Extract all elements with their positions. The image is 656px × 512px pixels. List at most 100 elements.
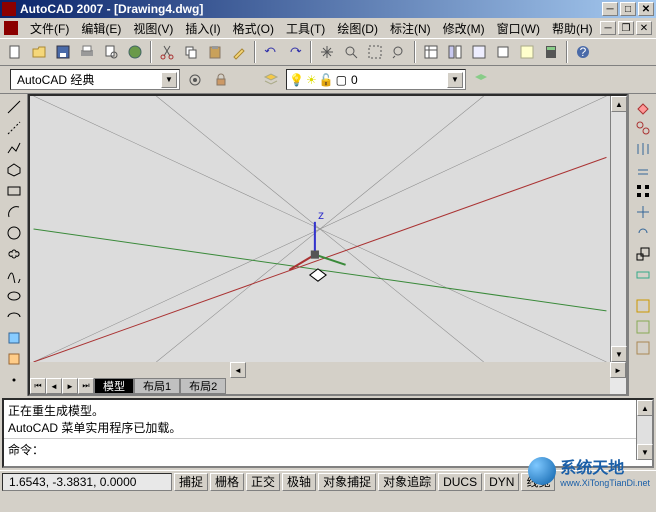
polygon-tool[interactable] [3, 159, 25, 180]
workspace-combo[interactable]: AutoCAD 经典 ▼ [10, 69, 180, 90]
rotate-tool[interactable] [632, 222, 654, 243]
copy-tool[interactable] [632, 117, 654, 138]
revcloud-tool[interactable] [3, 243, 25, 264]
copy-button[interactable] [180, 41, 202, 63]
circle-tool[interactable] [3, 222, 25, 243]
menu-dimension[interactable]: 标注(N) [384, 18, 437, 39]
stretch-tool[interactable] [632, 264, 654, 285]
block-create-tool[interactable] [3, 348, 25, 369]
tool-palettes-button[interactable] [468, 41, 490, 63]
menu-modify[interactable]: 修改(M) [437, 18, 491, 39]
ducs-toggle[interactable]: DUCS [438, 473, 482, 491]
scroll-down-button[interactable]: ▼ [611, 346, 627, 362]
sheet-set-button[interactable] [492, 41, 514, 63]
extend-tool[interactable] [632, 316, 654, 337]
zoom-previous-button[interactable] [388, 41, 410, 63]
command-scrollbar[interactable]: ▲▼ [636, 400, 652, 460]
tab-layout2[interactable]: 布局2 [180, 378, 226, 394]
save-button[interactable] [52, 41, 74, 63]
offset-tool[interactable] [632, 159, 654, 180]
otrack-toggle[interactable]: 对象追踪 [378, 473, 436, 491]
maximize-button[interactable]: □ [620, 2, 636, 16]
vertical-scrollbar[interactable]: ▲ ▼ [610, 96, 626, 362]
line-tool[interactable] [3, 96, 25, 117]
open-button[interactable] [28, 41, 50, 63]
properties-button[interactable] [420, 41, 442, 63]
paste-button[interactable] [204, 41, 226, 63]
design-center-button[interactable] [444, 41, 466, 63]
spline-tool[interactable] [3, 264, 25, 285]
osnap-toggle[interactable]: 对象捕捉 [318, 473, 376, 491]
undo-button[interactable] [260, 41, 282, 63]
tab-next-button[interactable]: ► [62, 378, 78, 394]
construction-line-tool[interactable] [3, 117, 25, 138]
tab-first-button[interactable]: ⏮ [30, 378, 46, 394]
trim-tool[interactable] [632, 295, 654, 316]
menu-help[interactable]: 帮助(H) [546, 18, 599, 39]
new-button[interactable] [4, 41, 26, 63]
print-preview-button[interactable] [100, 41, 122, 63]
break-tool[interactable] [632, 337, 654, 358]
print-button[interactable] [76, 41, 98, 63]
square-icon: ▢ [336, 73, 347, 87]
scroll-right-button[interactable]: ► [610, 362, 626, 378]
publish-button[interactable] [124, 41, 146, 63]
ellipse-arc-tool[interactable] [3, 306, 25, 327]
layer-current: 0 [347, 73, 447, 87]
grid-toggle[interactable]: 栅格 [210, 473, 244, 491]
point-tool[interactable] [3, 369, 25, 390]
array-tool[interactable] [632, 180, 654, 201]
menu-insert[interactable]: 插入(I) [179, 18, 226, 39]
polar-toggle[interactable]: 极轴 [282, 473, 316, 491]
ortho-toggle[interactable]: 正交 [246, 473, 280, 491]
erase-tool[interactable] [632, 96, 654, 117]
menu-draw[interactable]: 绘图(D) [331, 18, 384, 39]
dyn-toggle[interactable]: DYN [484, 473, 519, 491]
calculator-button[interactable] [540, 41, 562, 63]
drawing-viewport[interactable]: z ▲ ▼ ◄ ► ⏮ ◄ ► ⏭ 模型 布局1 布局2 [28, 94, 628, 396]
tab-model[interactable]: 模型 [94, 378, 134, 394]
tab-layout1[interactable]: 布局1 [134, 378, 180, 394]
cut-button[interactable] [156, 41, 178, 63]
arc-tool[interactable] [3, 201, 25, 222]
polyline-tool[interactable] [3, 138, 25, 159]
zoom-window-button[interactable] [364, 41, 386, 63]
dropdown-icon[interactable]: ▼ [447, 72, 463, 88]
menu-format[interactable]: 格式(O) [227, 18, 280, 39]
tab-last-button[interactable]: ⏭ [78, 378, 94, 394]
pan-button[interactable] [316, 41, 338, 63]
mdi-close-button[interactable]: ✕ [636, 21, 652, 35]
scroll-up-button[interactable]: ▲ [611, 96, 627, 112]
rectangle-tool[interactable] [3, 180, 25, 201]
workspace-lock-button[interactable] [210, 69, 232, 91]
dropdown-icon[interactable]: ▼ [161, 72, 177, 88]
ellipse-tool[interactable] [3, 285, 25, 306]
markup-button[interactable] [516, 41, 538, 63]
minimize-button[interactable]: ─ [602, 2, 618, 16]
menu-tools[interactable]: 工具(T) [280, 18, 331, 39]
move-tool[interactable] [632, 201, 654, 222]
mdi-minimize-button[interactable]: ─ [600, 21, 616, 35]
redo-button[interactable] [284, 41, 306, 63]
menu-window[interactable]: 窗口(W) [491, 18, 546, 39]
match-prop-button[interactable] [228, 41, 250, 63]
close-button[interactable]: ✕ [638, 2, 654, 16]
help-button[interactable]: ? [572, 41, 594, 63]
tab-prev-button[interactable]: ◄ [46, 378, 62, 394]
layer-manager-button[interactable] [260, 69, 282, 91]
scroll-left-button[interactable]: ◄ [230, 362, 246, 378]
snap-toggle[interactable]: 捕捉 [174, 473, 208, 491]
zoom-realtime-button[interactable] [340, 41, 362, 63]
layer-combo[interactable]: 💡 ☀ 🔓 ▢ 0 ▼ [286, 69, 466, 90]
menu-file[interactable]: 文件(F) [24, 18, 75, 39]
horizontal-scrollbar[interactable]: ◄ ► [30, 362, 626, 378]
menu-view[interactable]: 视图(V) [127, 18, 179, 39]
drawing-canvas[interactable]: z [30, 96, 610, 362]
layer-prev-button[interactable] [470, 69, 492, 91]
scale-tool[interactable] [632, 243, 654, 264]
block-insert-tool[interactable] [3, 327, 25, 348]
mdi-restore-button[interactable]: ❐ [618, 21, 634, 35]
menu-edit[interactable]: 编辑(E) [75, 18, 127, 39]
workspace-settings-button[interactable] [184, 69, 206, 91]
mirror-tool[interactable] [632, 138, 654, 159]
